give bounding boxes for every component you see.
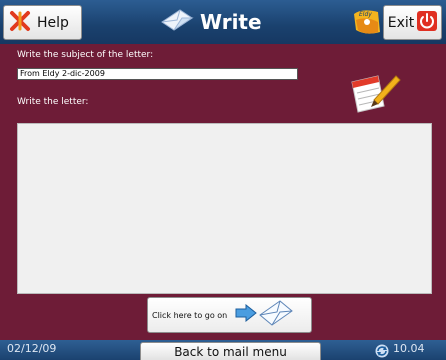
letter-label: Write the letter: <box>17 97 89 107</box>
main-panel: Write the subject of the letter: From El… <box>8 44 440 340</box>
time-label: 10.04 <box>393 342 425 355</box>
envelope-icon <box>258 299 294 331</box>
power-icon <box>417 10 438 35</box>
top-bar: Help Write Eldy Exit <box>0 0 446 44</box>
go-on-button[interactable]: Click here to go on <box>147 297 312 333</box>
exit-label: Exit <box>387 14 415 31</box>
help-label: Help <box>37 14 69 31</box>
back-label: Back to mail menu <box>174 344 287 359</box>
help-icon <box>9 10 31 36</box>
letter-textarea[interactable] <box>17 123 432 294</box>
subject-input[interactable]: From Eldy 2-dic-2009 <box>17 68 298 80</box>
title-text: Write <box>200 10 262 34</box>
eldy-logo-icon: Eldy <box>352 6 382 38</box>
write-envelope-icon <box>160 8 194 36</box>
note-pencil-icon <box>348 72 402 118</box>
arrow-right-icon <box>235 303 258 326</box>
help-button[interactable]: Help <box>3 5 82 40</box>
page-title: Write <box>160 4 262 40</box>
status-bar: 02/12/09 Back to mail menu 10.04 <box>0 340 446 360</box>
subject-label: Write the subject of the letter: <box>17 50 154 60</box>
date-label: 02/12/09 <box>7 342 57 355</box>
go-on-label: Click here to go on <box>152 310 228 320</box>
svg-text:Eldy: Eldy <box>359 11 372 18</box>
exit-button[interactable]: Exit <box>383 5 442 40</box>
back-to-mail-menu-button[interactable]: Back to mail menu <box>140 342 321 360</box>
sync-icon <box>375 343 389 358</box>
